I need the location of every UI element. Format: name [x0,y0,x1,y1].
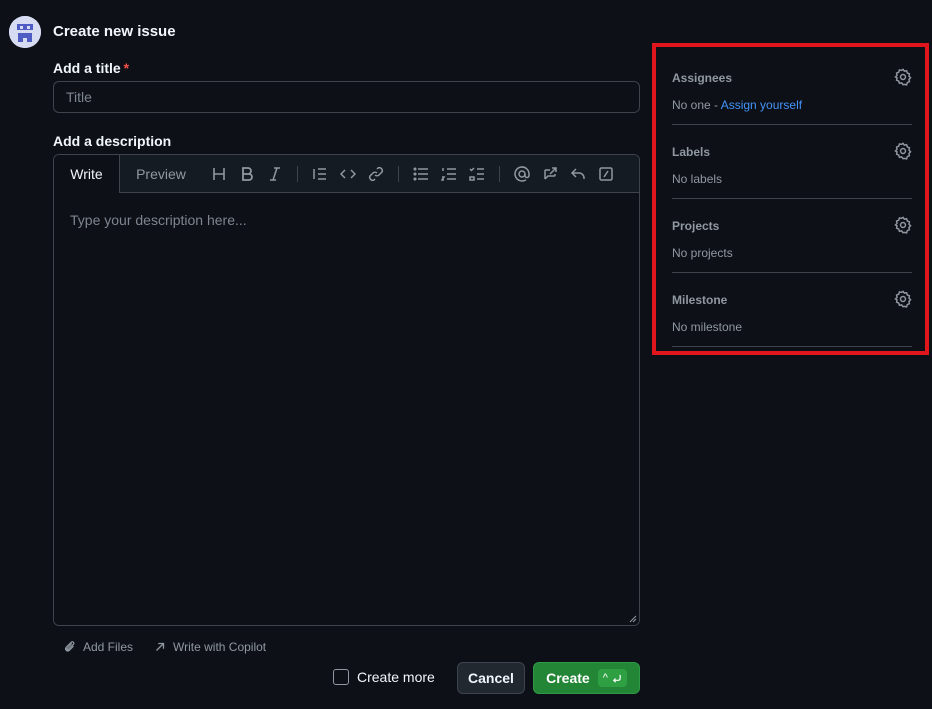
labels-value: No labels [672,172,723,186]
issue-metadata-sidebar: Assignees No one - Assign yourself Label… [652,43,929,355]
toolbar-divider [499,166,500,182]
labels-title[interactable]: Labels [672,145,710,159]
ctrl-key-label: ^ [602,672,608,684]
slash-command-icon[interactable] [596,164,616,184]
tab-write[interactable]: Write [54,155,120,194]
reference-icon[interactable] [540,164,560,184]
assignees-value: No one - Assign yourself [672,98,802,112]
reply-icon[interactable] [568,164,588,184]
create-more-label: Create more [357,669,435,685]
title-label-text: Add a title [53,60,121,76]
assignees-none-text: No one - [672,98,719,112]
milestone-gear-icon[interactable] [894,290,912,308]
assignees-section: Assignees No one - Assign yourself [672,51,912,125]
assignees-title[interactable]: Assignees [672,71,732,85]
projects-title[interactable]: Projects [672,219,719,233]
link-icon[interactable] [366,164,386,184]
mention-icon[interactable] [512,164,532,184]
italic-icon[interactable] [265,164,285,184]
projects-value: No projects [672,246,733,260]
description-textarea[interactable] [54,193,639,625]
create-button-label: Create [546,670,590,686]
avatar[interactable] [9,16,41,48]
create-more-checkbox[interactable] [333,669,349,685]
arrow-up-right-icon [156,642,165,651]
bold-icon[interactable] [237,164,257,184]
description-label: Add a description [53,133,172,149]
enter-key-icon [612,674,621,683]
assignees-gear-icon[interactable] [894,68,912,86]
add-files-label: Add Files [83,640,134,654]
write-with-copilot-button[interactable]: Write with Copilot [153,640,266,654]
code-icon[interactable] [338,164,358,184]
create-more-toggle[interactable]: Create more [333,669,435,685]
markdown-editor: Write Preview [53,154,640,626]
cancel-button[interactable]: Cancel [457,662,525,694]
write-with-copilot-label: Write with Copilot [173,640,267,654]
projects-gear-icon[interactable] [894,216,912,234]
task-list-icon[interactable] [467,164,487,184]
milestone-section: Milestone No milestone [672,273,912,347]
toolbar-divider [297,166,298,182]
heading-icon[interactable] [209,164,229,184]
assign-yourself-link[interactable]: Assign yourself [721,98,802,112]
required-mark: * [123,60,130,76]
tab-preview[interactable]: Preview [126,155,196,193]
create-button[interactable]: Create ^ [533,662,640,694]
projects-section: Projects No projects [672,199,912,273]
paperclip-icon [65,641,75,652]
milestone-title[interactable]: Milestone [672,293,727,307]
keyboard-shortcut: ^ [597,669,627,687]
ordered-list-icon[interactable] [439,164,459,184]
labels-section: Labels No labels [672,125,912,199]
identicon-icon [9,16,41,48]
labels-gear-icon[interactable] [894,142,912,160]
add-files-button[interactable]: Add Files [63,640,133,654]
quote-icon[interactable] [310,164,330,184]
title-label: Add a title * [53,60,129,76]
toolbar-divider [398,166,399,182]
title-input[interactable] [53,81,640,113]
editor-toolbar: Write Preview [54,155,639,194]
resize-handle-icon[interactable] [629,615,637,623]
unordered-list-icon[interactable] [411,164,431,184]
milestone-value: No milestone [672,320,743,334]
page-title: Create new issue [53,23,176,40]
